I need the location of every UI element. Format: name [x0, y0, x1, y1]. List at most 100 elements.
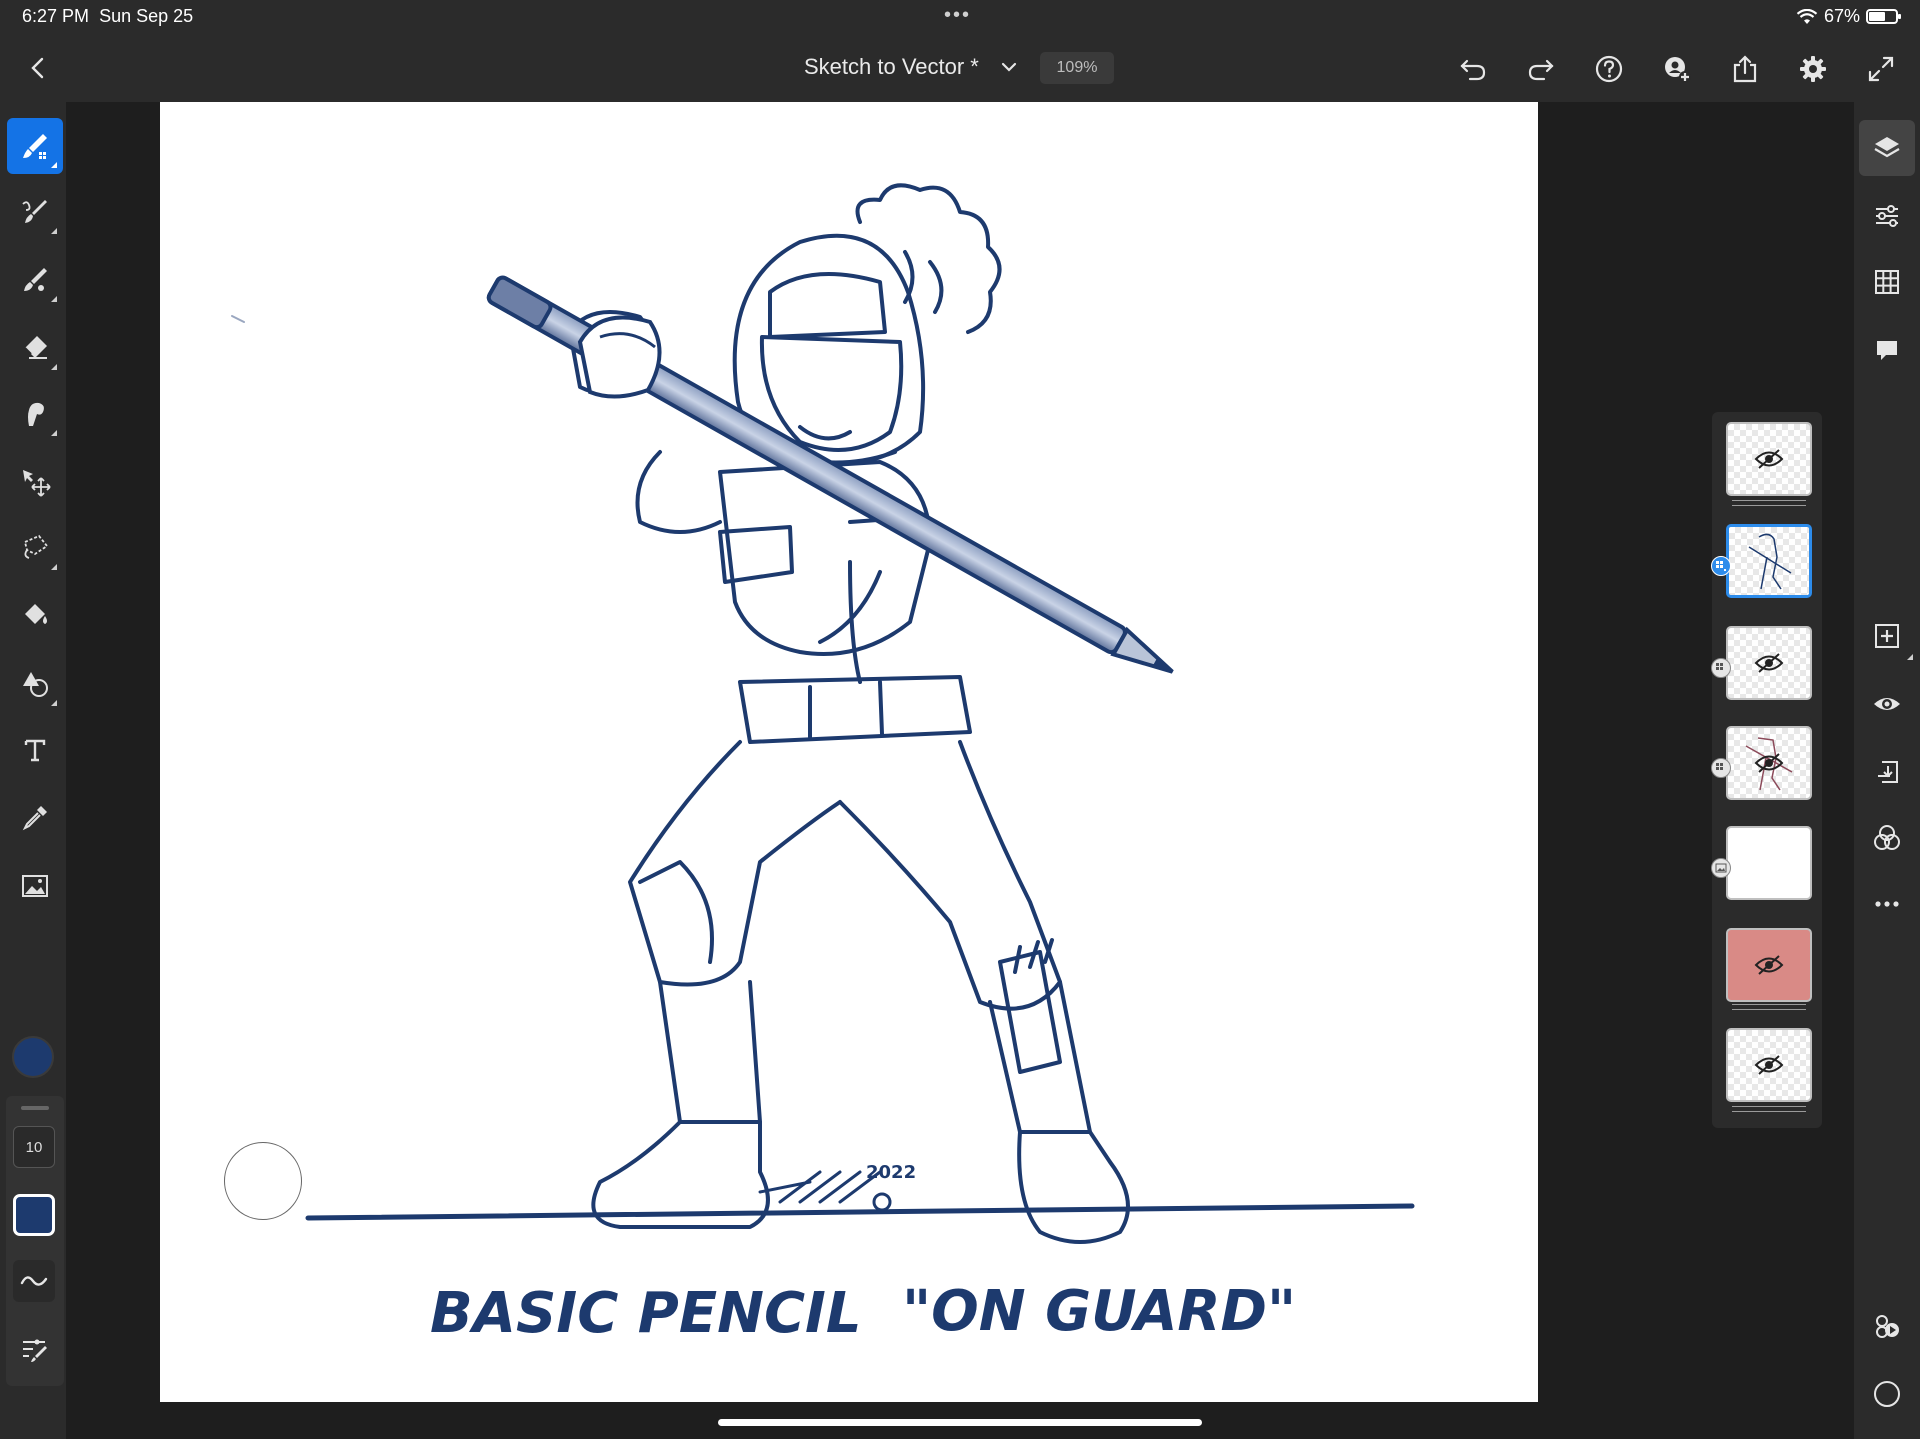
- comments-button[interactable]: [1859, 322, 1915, 378]
- pixel-brush-tool[interactable]: [7, 118, 63, 174]
- layers-button[interactable]: [1859, 120, 1915, 176]
- blend-button[interactable]: [1859, 810, 1915, 866]
- wifi-icon: [1796, 8, 1818, 24]
- canvas[interactable]: BASIC PENCIL "ON GUARD" 2022: [160, 102, 1538, 1402]
- eraser-tool[interactable]: [7, 320, 63, 376]
- visibility-button[interactable]: [1859, 676, 1915, 732]
- layer-preview: [1748, 533, 1792, 590]
- undo-button[interactable]: [1452, 48, 1494, 90]
- image-tool[interactable]: [7, 858, 63, 914]
- share-icon: [1733, 55, 1757, 83]
- sliders-icon: [1876, 205, 1898, 227]
- right-boot: [1017, 1130, 1130, 1244]
- help-button[interactable]: [1588, 48, 1630, 90]
- smudge-icon: [28, 402, 44, 426]
- brush-settings-button[interactable]: [13, 1328, 55, 1370]
- invite-icon: [1665, 57, 1691, 83]
- more-icon: [1875, 901, 1899, 907]
- fullscreen-button[interactable]: [1860, 48, 1902, 90]
- layer-thumbnail[interactable]: [1726, 626, 1812, 700]
- grid-icon: [1875, 270, 1899, 294]
- record-button[interactable]: [1859, 1366, 1915, 1422]
- add-layer-icon: [1875, 624, 1899, 648]
- brush-settings-icon: [23, 1339, 47, 1362]
- chevron-down-icon: [1001, 62, 1017, 72]
- caption-right: "ON GUARD": [902, 1279, 1296, 1344]
- current-color-swatch[interactable]: [13, 1194, 55, 1236]
- fill-tool[interactable]: [7, 588, 63, 644]
- layer-thumbnail[interactable]: [1726, 928, 1812, 1002]
- eye-hidden-icon: [1754, 955, 1784, 975]
- timelapse-button[interactable]: [1859, 1298, 1915, 1354]
- chevron-left-icon: [31, 57, 44, 79]
- back-button[interactable]: [20, 50, 56, 86]
- more-button[interactable]: [1859, 876, 1915, 932]
- live-brush-tool[interactable]: [7, 184, 63, 240]
- image-icon: [22, 875, 48, 897]
- vector-brush-tool[interactable]: [7, 252, 63, 308]
- pixel-layer-icon: [1716, 663, 1723, 670]
- transform-tool[interactable]: [7, 454, 63, 510]
- settings-button[interactable]: [1792, 48, 1834, 90]
- top-actions: [1452, 48, 1902, 90]
- layers-icon: [1874, 137, 1900, 158]
- eyedropper-tool[interactable]: [7, 790, 63, 846]
- timelapse-icon: [1876, 1315, 1899, 1338]
- move-icon: [23, 470, 51, 497]
- invite-button[interactable]: [1656, 48, 1698, 90]
- pixel-layer-icon: [1716, 561, 1726, 571]
- multitasking-dots[interactable]: •••: [944, 4, 971, 27]
- layer-thumbnail[interactable]: [1726, 422, 1812, 496]
- right-toolbar: [1854, 102, 1920, 1439]
- layer-thumbnail[interactable]: [1726, 1028, 1812, 1102]
- status-bar: 6:27 PM Sun Sep 25 ••• 67%: [0, 0, 1920, 34]
- title-menu-button[interactable]: [998, 56, 1020, 78]
- share-button[interactable]: [1724, 48, 1766, 90]
- smudge-tool[interactable]: [7, 386, 63, 442]
- add-layer-button[interactable]: [1859, 608, 1915, 664]
- layer-type-badge: [1711, 556, 1731, 576]
- brush-cursor: [224, 1142, 302, 1220]
- shapes-icon: [23, 672, 48, 697]
- pixel-layer-icon: [1716, 763, 1723, 770]
- merge-down-button[interactable]: [1859, 744, 1915, 800]
- layer-group-lines: [1732, 1004, 1806, 1010]
- layer-thumbnail[interactable]: [1726, 726, 1812, 800]
- eye-icon: [1874, 698, 1900, 710]
- comment-icon: [1877, 341, 1897, 360]
- ground-line: [305, 1203, 1415, 1221]
- live-brush-icon: [22, 200, 47, 223]
- settings-icon: [1800, 56, 1826, 82]
- redo-button[interactable]: [1520, 48, 1562, 90]
- fullscreen-icon: [1868, 56, 1894, 82]
- merge-down-icon: [1878, 761, 1898, 783]
- undo-icon: [1460, 59, 1486, 81]
- brush-size-field[interactable]: 10: [13, 1126, 55, 1168]
- layer-thumbnail[interactable]: [1726, 826, 1812, 900]
- panel-handle[interactable]: [21, 1106, 49, 1110]
- home-indicator[interactable]: [718, 1419, 1202, 1426]
- grid-button[interactable]: [1859, 254, 1915, 310]
- color-picker-button[interactable]: [12, 1036, 54, 1078]
- layer-group-lines: [1732, 1106, 1806, 1112]
- smoothing-button[interactable]: [13, 1260, 55, 1302]
- paint-bucket-icon: [25, 604, 47, 624]
- layer-properties-button[interactable]: [1859, 188, 1915, 244]
- status-right: 67%: [1796, 6, 1901, 27]
- top-bar: Sketch to Vector * 109%: [0, 34, 1920, 102]
- zoom-level[interactable]: 109%: [1040, 52, 1114, 84]
- layers-panel: [1711, 412, 1822, 1128]
- wave-icon: [20, 1276, 48, 1286]
- left-toolbar: 10: [0, 102, 66, 1439]
- shapes-tool[interactable]: [7, 656, 63, 712]
- layer-thumbnail-selected[interactable]: [1726, 524, 1812, 598]
- image-layer-icon: [1715, 863, 1727, 873]
- document-title[interactable]: Sketch to Vector *: [804, 54, 979, 80]
- layer-type-badge: [1711, 758, 1731, 778]
- text-tool[interactable]: [7, 722, 63, 778]
- brush-properties-panel: 10: [6, 1096, 64, 1386]
- eraser-icon: [24, 336, 47, 359]
- eye-hidden-icon: [1754, 449, 1784, 469]
- eye-hidden-icon: [1754, 753, 1784, 773]
- selection-tool[interactable]: [7, 520, 63, 576]
